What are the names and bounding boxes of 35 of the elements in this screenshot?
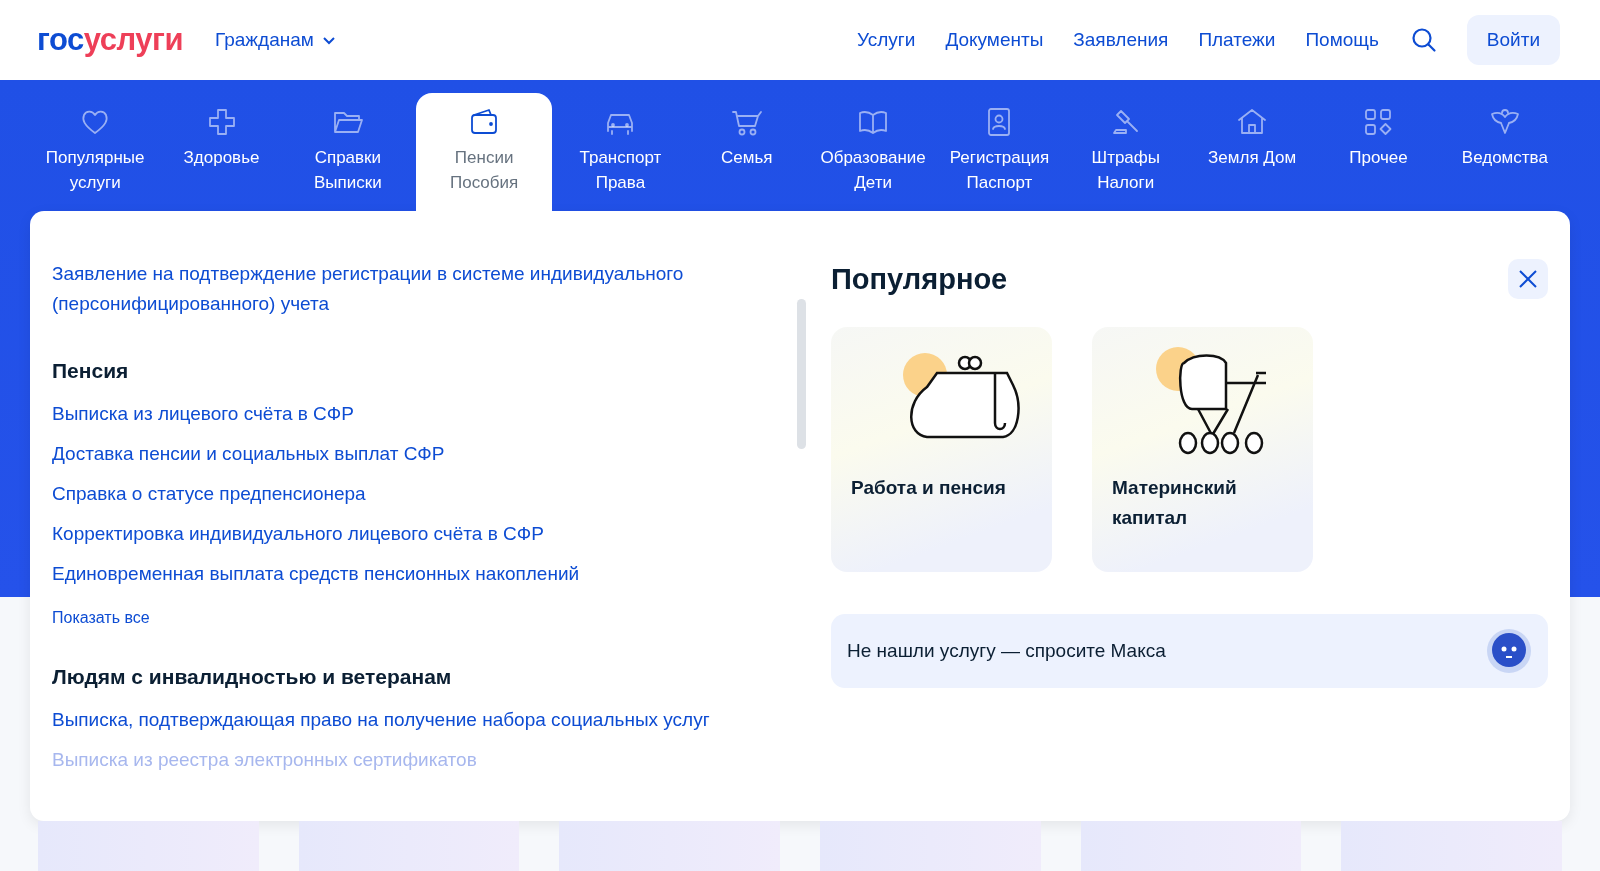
nav-link[interactable]: Помощь [1305,29,1379,51]
service-link[interactable]: Единовременная выплата средств пенсионных накоплений [52,559,772,589]
nav-link[interactable]: Заявления [1073,29,1169,51]
category-tab[interactable]: Популярные услуги [32,93,159,211]
section-heading: Пенсия [52,359,130,383]
nav-link[interactable]: Документы [945,29,1044,51]
section-heading: Людям с инвалидностью и ветеранам [52,665,453,689]
nav-link[interactable]: Услуги [856,29,916,51]
service-link[interactable]: Выписка из лицевого счёта в СФР [52,399,772,429]
assistant-prompt: Не нашли услугу — спросите Макса [847,640,1166,662]
service-link[interactable]: Доставка пенсии и социальных выплат СФР [52,439,772,469]
service-card[interactable]: Работа и пенсия [831,327,1052,572]
audience-dropdown[interactable]: Гражданам [215,29,336,51]
service-link[interactable]: Корректировка индивидуального лицевого счёта в СФР [52,519,772,549]
category-tab[interactable]: Семья [683,93,810,211]
show-all-link[interactable]: Показать все [52,609,772,627]
category-tab[interactable]: Пенсии Пособия [416,93,553,211]
category-tab[interactable]: Земля Дом [1188,93,1316,211]
service-link[interactable]: Выписка, подтверждающая право на получение набора социальных услуг [52,705,772,735]
login-button[interactable]: Войти [1466,15,1560,65]
category-tab[interactable]: Здоровье [158,93,285,211]
category-tab[interactable]: Ведомства [1441,93,1568,211]
category-tab[interactable]: Прочее [1315,93,1442,211]
service-link[interactable]: Справка о статусе предпенсионера [52,479,772,509]
category-tab[interactable]: Образование Дети [809,93,937,211]
logo[interactable]: госуслуги [37,22,183,58]
service-card[interactable]: Материнский капитал [1092,327,1313,572]
category-tab[interactable]: Регистрация Паспорт [936,93,1063,211]
assistant-banner[interactable]: Не нашли услугу — спросите Макса [831,614,1548,688]
category-tab[interactable]: Штрафы Налоги [1062,93,1189,211]
category-tab[interactable]: Справки Выписки [284,93,412,211]
section-title: Популярное [831,262,1008,296]
nav-link[interactable]: Платежи [1198,29,1276,51]
service-link[interactable]: Заявление на подтверждение регистрации в системе индивидуального (персонифицированного) учета [52,259,772,319]
category-tab[interactable]: Транспорт Права [557,93,684,211]
